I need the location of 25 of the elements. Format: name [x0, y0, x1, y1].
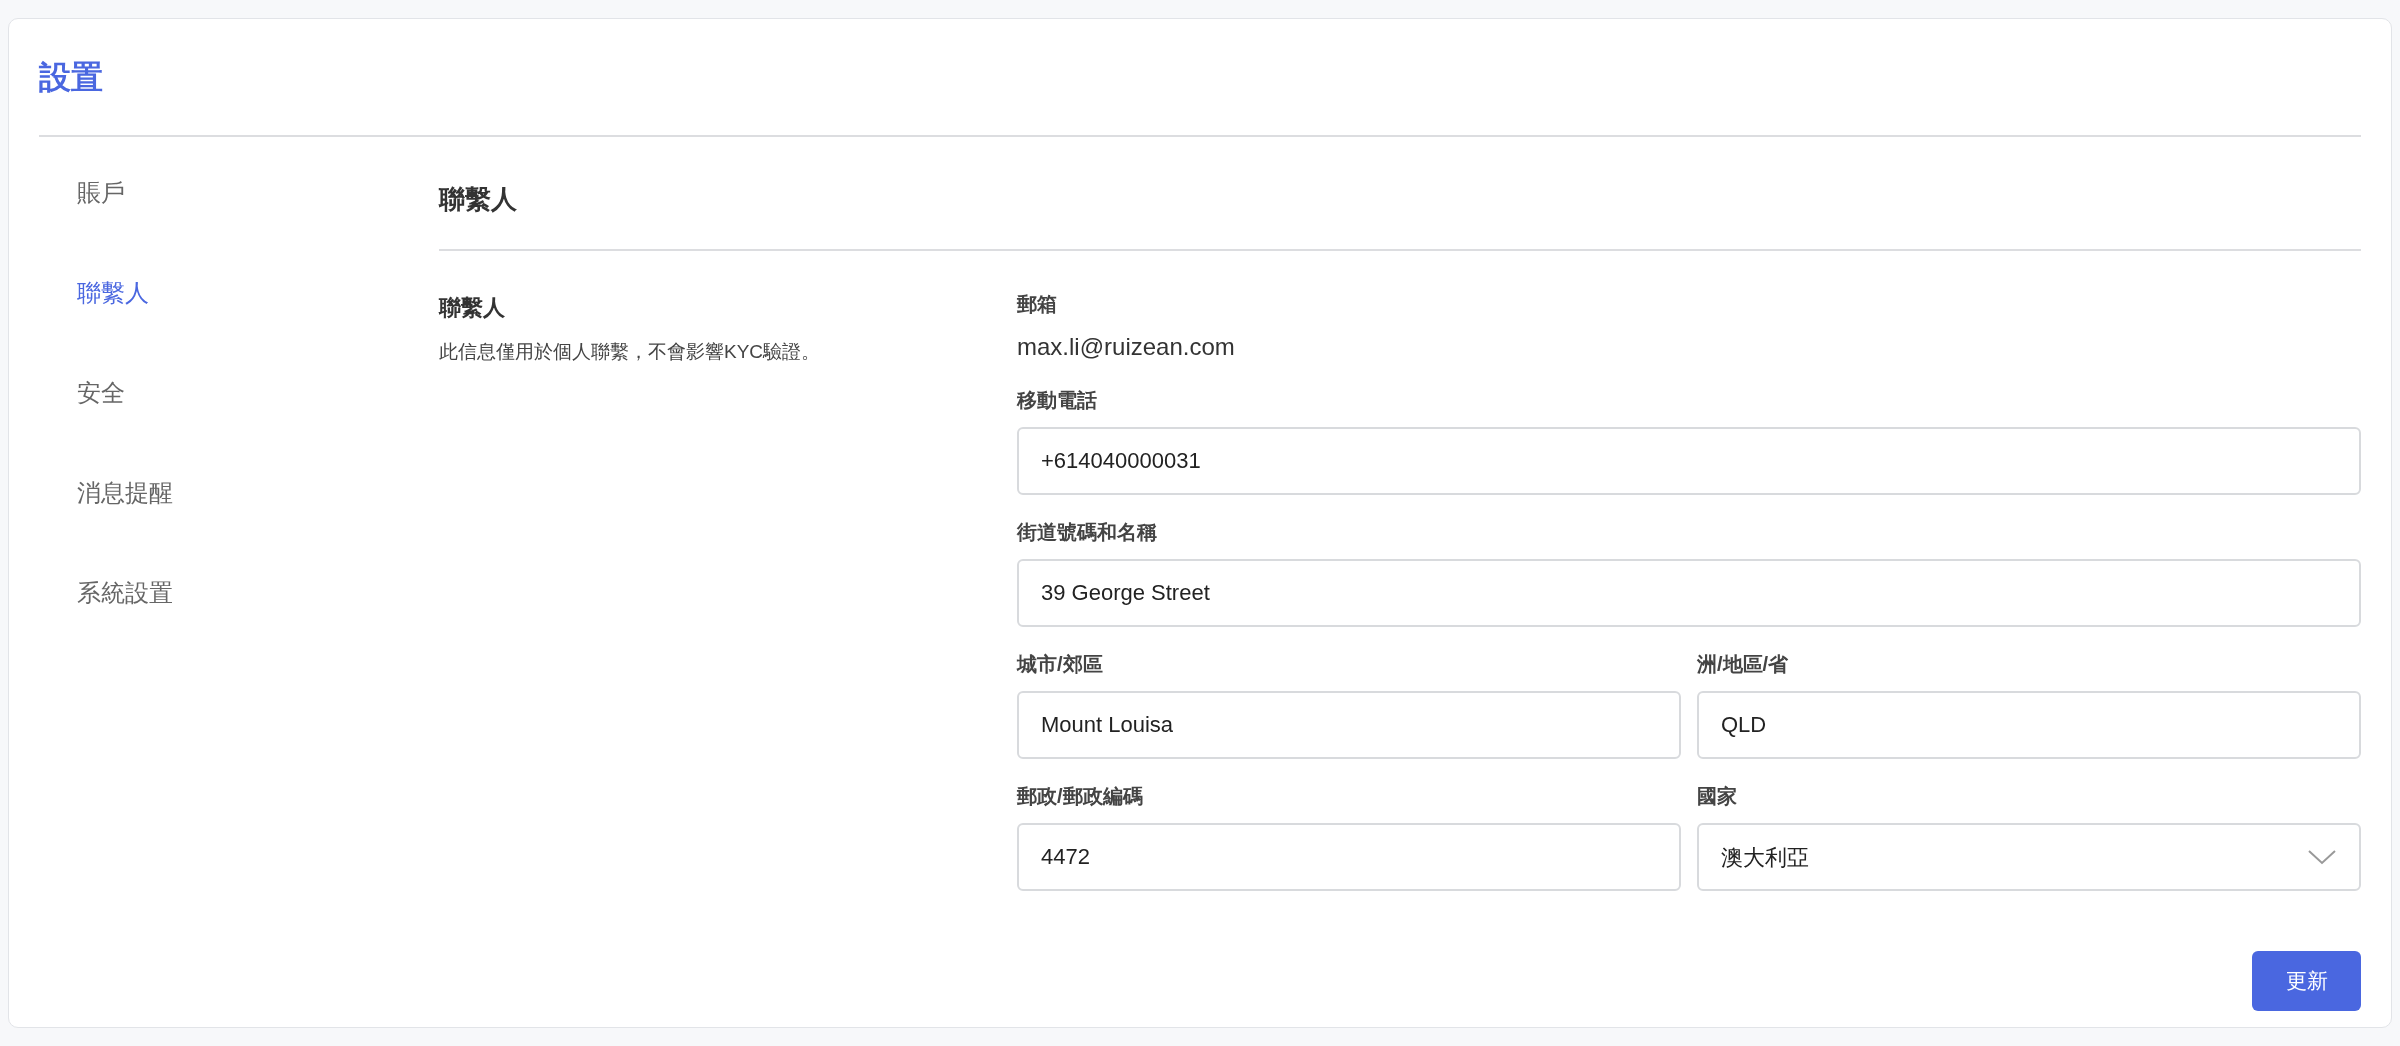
field-label: 街道號碼和名稱 — [1017, 520, 1157, 545]
chevron-down-icon — [2307, 849, 2337, 865]
input-field[interactable]: 39 George Street — [1017, 559, 2361, 627]
description-text: 此信息僅用於個人聯繫，不會影響KYC驗證。 — [439, 340, 822, 364]
field-label: 移動電話 — [1017, 388, 1097, 413]
section-heading: 聯繫人 — [439, 137, 2361, 251]
field-label: 洲/地區/省 — [1697, 652, 1789, 677]
email-value: max.li@ruizean.com — [1017, 332, 1235, 362]
input-field[interactable]: Mount Louisa — [1017, 691, 1681, 759]
country-select[interactable]: 澳大利亞 — [1697, 823, 2361, 891]
sidebar-item[interactable]: 系統設置 — [77, 577, 173, 677]
sidebar-item[interactable]: 消息提醒 — [77, 477, 173, 577]
update-button[interactable]: 更新 — [2252, 951, 2361, 1011]
input-field[interactable]: +614040000031 — [1017, 427, 2361, 495]
page-title: 設置 — [39, 57, 2361, 137]
field-label: 郵箱 — [1017, 292, 1057, 317]
subsection-title: 聯繫人 — [439, 294, 506, 322]
field-label: 城市/郊區 — [1017, 652, 1103, 677]
input-field[interactable]: QLD — [1697, 691, 2361, 759]
field-label: 郵政/郵政編碼 — [1017, 784, 1143, 809]
input-field[interactable]: 4472 — [1017, 823, 1681, 891]
sidebar-item[interactable]: 聯繫人 — [77, 277, 149, 377]
sidebar-item[interactable]: 賬戶 — [77, 177, 125, 277]
field-label: 國家 — [1697, 784, 1737, 809]
sidebar-item[interactable]: 安全 — [77, 377, 125, 477]
